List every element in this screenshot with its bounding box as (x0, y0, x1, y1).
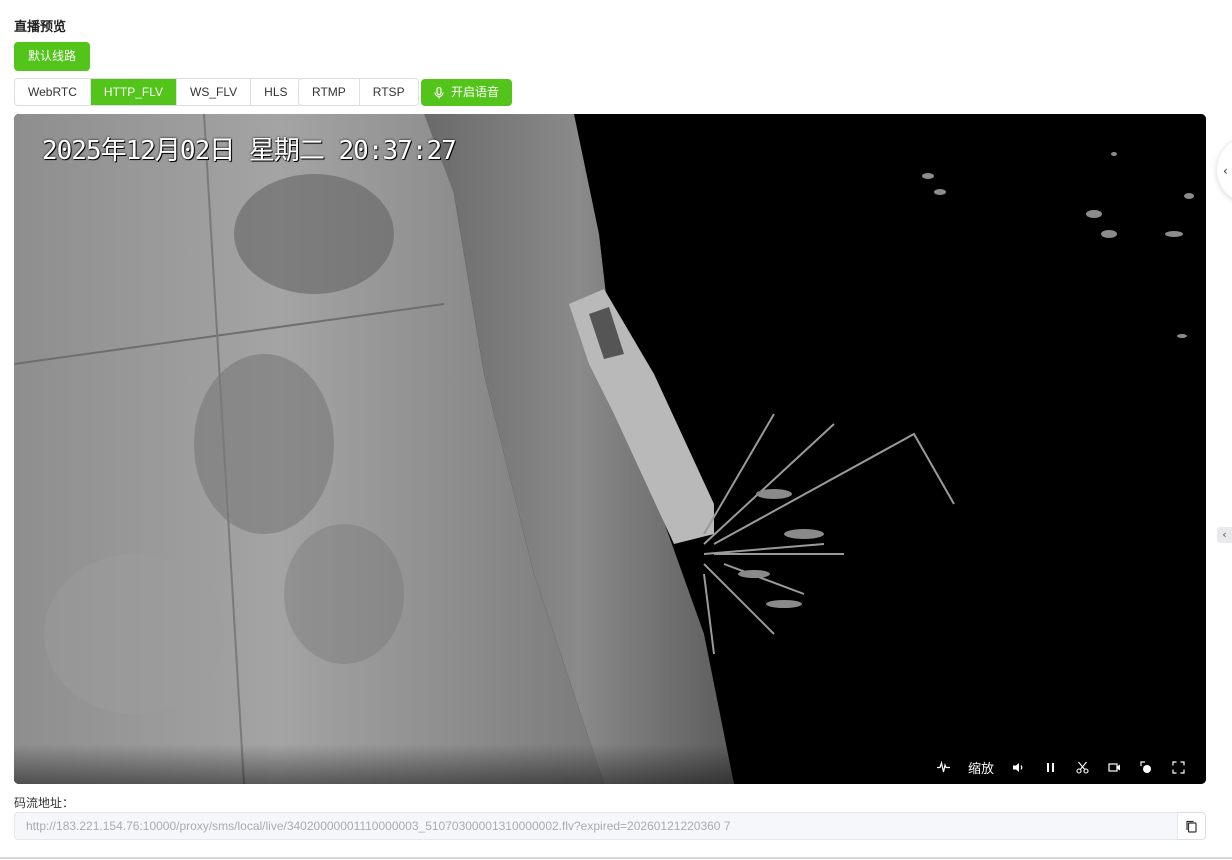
screenshot-icon[interactable] (1138, 759, 1154, 775)
side-collapse-tab[interactable]: ‹ (1217, 527, 1232, 543)
waveform-icon[interactable] (936, 759, 952, 775)
tab-webrtc[interactable]: WebRTC (15, 79, 91, 105)
side-panel-toggle[interactable]: ‹ (1217, 138, 1232, 202)
protocol-group-primary: WebRTC HTTP_FLV WS_FLV HLS (14, 78, 302, 106)
default-line-button[interactable]: 默认线路 (14, 42, 91, 71)
page-title: 直播预览 (14, 20, 67, 35)
tab-http-flv[interactable]: HTTP_FLV (90, 79, 178, 105)
tab-hls[interactable]: HLS (251, 79, 300, 105)
copy-icon (1186, 820, 1197, 833)
microphone-icon (434, 86, 444, 98)
enable-voice-button[interactable]: 开启语音 (421, 79, 513, 106)
video-player[interactable]: 2025年12月02日 星期二 20:37:27 缩放 (14, 114, 1206, 784)
live-preview-page: 直播预览 默认线路 WebRTC HTTP_FLV WS_FLV HLS RTM… (0, 0, 1232, 860)
enable-voice-label: 开启语音 (451, 85, 500, 99)
camera-feed (14, 114, 1206, 784)
fullscreen-icon[interactable] (1170, 759, 1186, 775)
stream-address-label: 码流地址： (14, 796, 75, 810)
divider (0, 857, 1232, 859)
tab-rtmp[interactable]: RTMP (299, 79, 360, 105)
copy-button[interactable] (1178, 812, 1206, 840)
scissors-icon[interactable] (1074, 759, 1090, 775)
player-controls: 缩放 (936, 758, 1186, 777)
volume-icon[interactable] (1010, 759, 1026, 775)
tab-ws-flv[interactable]: WS_FLV (177, 79, 252, 105)
tab-rtsp[interactable]: RTSP (360, 79, 418, 105)
chevron-left-icon: ‹ (1223, 164, 1228, 178)
protocol-group-secondary: RTMP RTSP (298, 78, 419, 106)
pause-icon[interactable] (1042, 759, 1058, 775)
record-icon[interactable] (1106, 759, 1122, 775)
stream-url-input[interactable]: http://183.221.154.76:10000/proxy/sms/lo… (14, 812, 1178, 840)
zoom-button[interactable]: 缩放 (968, 759, 994, 777)
chevron-left-icon: ‹ (1222, 528, 1227, 541)
osd-timestamp: 2025年12月02日 星期二 20:37:27 (42, 136, 457, 166)
